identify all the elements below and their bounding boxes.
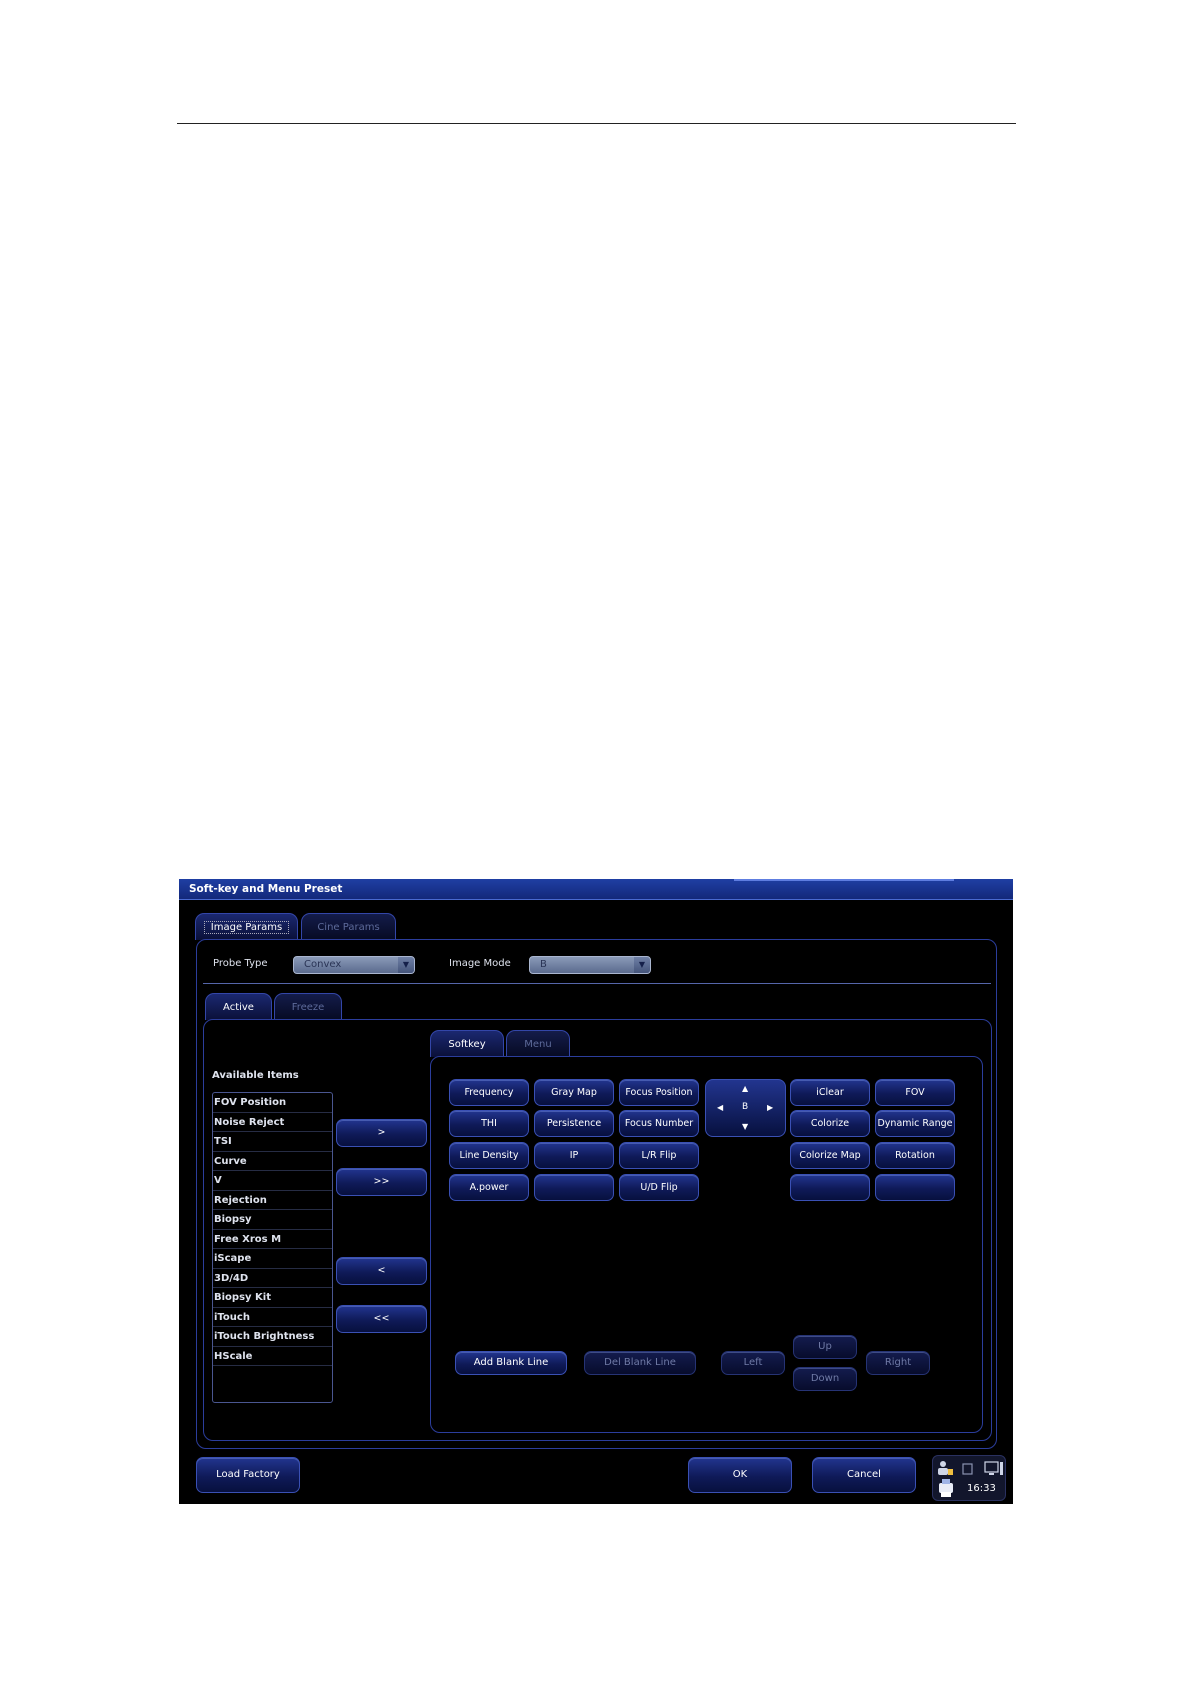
list-item[interactable]: Biopsy xyxy=(213,1210,332,1230)
softkey-colorize-map[interactable]: Colorize Map xyxy=(790,1142,870,1169)
arrow-up-icon[interactable]: ▲ xyxy=(742,1084,748,1093)
tab-softkey[interactable]: Softkey xyxy=(430,1030,504,1057)
softkey-empty-slot[interactable] xyxy=(790,1174,870,1201)
system-status-area: 16:33 xyxy=(932,1455,1006,1501)
load-factory-button[interactable]: Load Factory xyxy=(196,1457,300,1493)
softkey-persistence[interactable]: Persistence xyxy=(534,1110,614,1137)
list-item[interactable]: FOV Position xyxy=(213,1093,332,1113)
probe-type-value: Convex xyxy=(304,959,342,970)
list-item[interactable]: Biopsy Kit xyxy=(213,1288,332,1308)
add-all-button[interactable]: >> xyxy=(336,1168,427,1196)
softkey-apower[interactable]: A.power xyxy=(449,1174,529,1201)
list-item[interactable]: Free Xros M xyxy=(213,1230,332,1249)
arrow-right-icon[interactable]: ▶ xyxy=(767,1103,773,1112)
network-icon xyxy=(962,1463,973,1475)
softkey-focus-position[interactable]: Focus Position xyxy=(619,1079,699,1106)
remove-item-button[interactable]: < xyxy=(336,1257,427,1285)
tab-active[interactable]: Active xyxy=(205,993,272,1020)
dpad-center-label: B xyxy=(742,1102,749,1112)
probe-type-label: Probe Type xyxy=(213,958,268,969)
tab-cine-params[interactable]: Cine Params xyxy=(301,913,396,940)
softkey-ip[interactable]: IP xyxy=(534,1142,614,1169)
user-icon xyxy=(938,1461,953,1475)
softkey-iclear[interactable]: iClear xyxy=(790,1079,870,1106)
monitor-icon xyxy=(984,1461,1003,1475)
tab-image-params[interactable]: Image Params xyxy=(195,913,298,940)
tab-freeze[interactable]: Freeze xyxy=(274,993,342,1020)
softkey-thi[interactable]: THI xyxy=(449,1110,529,1137)
page-header-rule xyxy=(177,123,1016,124)
list-item[interactable]: iScape xyxy=(213,1249,332,1269)
window-title: Soft-key and Menu Preset xyxy=(189,883,343,895)
divider xyxy=(203,983,991,984)
chevron-down-icon: ▼ xyxy=(398,957,414,973)
available-items-list[interactable]: FOV Position Noise Reject TSI Curve V Re… xyxy=(212,1092,333,1403)
list-item[interactable]: TSI xyxy=(213,1132,332,1152)
list-item[interactable]: Rejection xyxy=(213,1191,332,1210)
titlebar-accent xyxy=(734,879,954,881)
softkey-lr-flip[interactable]: L/R Flip xyxy=(619,1142,699,1169)
softkey-empty-slot[interactable] xyxy=(534,1174,614,1201)
ok-button[interactable]: OK xyxy=(688,1457,792,1493)
tab-freeze-label: Freeze xyxy=(291,1002,325,1013)
move-up-button[interactable]: Up xyxy=(793,1335,857,1359)
tab-image-params-label: Image Params xyxy=(203,921,290,934)
cancel-button[interactable]: Cancel xyxy=(812,1457,916,1493)
printer-icon xyxy=(939,1479,953,1497)
arrow-left-icon[interactable]: ◀ xyxy=(717,1103,723,1112)
image-mode-dropdown[interactable]: B ▼ xyxy=(529,956,651,974)
softkey-empty-slot[interactable] xyxy=(875,1174,955,1201)
probe-type-dropdown[interactable]: Convex ▼ xyxy=(293,956,415,974)
preset-dialog: Soft-key and Menu Preset Image Params Ci… xyxy=(179,879,1013,1504)
tab-menu-label: Menu xyxy=(524,1039,552,1050)
del-blank-line-button[interactable]: Del Blank Line xyxy=(584,1351,696,1375)
add-item-button[interactable]: > xyxy=(336,1119,427,1147)
softkey-gray-map[interactable]: Gray Map xyxy=(534,1079,614,1106)
softkey-colorize[interactable]: Colorize xyxy=(790,1110,870,1137)
softkey-rotation[interactable]: Rotation xyxy=(875,1142,955,1169)
move-right-button[interactable]: Right xyxy=(866,1351,930,1375)
softkey-dynamic-range[interactable]: Dynamic Range xyxy=(875,1110,955,1137)
list-item[interactable]: V xyxy=(213,1171,332,1191)
list-item[interactable]: Noise Reject xyxy=(213,1113,332,1132)
image-mode-label: Image Mode xyxy=(449,958,511,969)
chevron-down-icon: ▼ xyxy=(634,957,650,973)
tab-softkey-label: Softkey xyxy=(448,1039,486,1050)
move-left-button[interactable]: Left xyxy=(721,1351,785,1375)
list-item[interactable]: 3D/4D xyxy=(213,1269,332,1288)
softkey-focus-number[interactable]: Focus Number xyxy=(619,1110,699,1137)
window-titlebar: Soft-key and Menu Preset xyxy=(179,879,1013,900)
softkey-frequency[interactable]: Frequency xyxy=(449,1079,529,1106)
list-item[interactable]: iTouch xyxy=(213,1308,332,1327)
arrow-down-icon[interactable]: ▼ xyxy=(742,1122,748,1131)
softkey-fov[interactable]: FOV xyxy=(875,1079,955,1106)
status-icons xyxy=(938,1461,1003,1497)
remove-all-button[interactable]: << xyxy=(336,1305,427,1333)
tab-cine-params-label: Cine Params xyxy=(317,922,380,933)
image-mode-value: B xyxy=(540,959,547,970)
available-items-title: Available Items xyxy=(212,1070,299,1081)
softkey-line-density[interactable]: Line Density xyxy=(449,1142,529,1169)
list-item[interactable]: Curve xyxy=(213,1152,332,1171)
tab-menu[interactable]: Menu xyxy=(506,1030,570,1057)
list-item[interactable]: HScale xyxy=(213,1347,332,1366)
clock-time: 16:33 xyxy=(967,1483,996,1494)
dpad-control[interactable]: ▲ ▼ ◀ ▶ B xyxy=(705,1079,786,1137)
tab-active-label: Active xyxy=(223,1002,254,1013)
softkey-ud-flip[interactable]: U/D Flip xyxy=(619,1174,699,1201)
move-down-button[interactable]: Down xyxy=(793,1367,857,1391)
add-blank-line-button[interactable]: Add Blank Line xyxy=(455,1351,567,1375)
list-item[interactable]: iTouch Brightness xyxy=(213,1327,332,1347)
